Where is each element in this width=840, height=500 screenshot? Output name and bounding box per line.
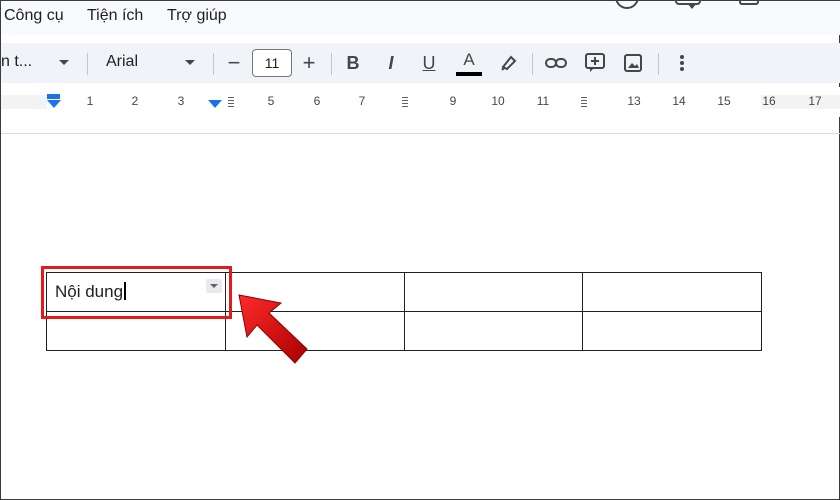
menu-bar: Công cụ Tiện ích Trợ giúp bbox=[1, 0, 840, 35]
menu-extensions[interactable]: Tiện ích bbox=[87, 7, 143, 25]
table-row bbox=[46, 311, 762, 351]
chevron-down-icon[interactable] bbox=[59, 60, 69, 65]
ruler-number: 3 bbox=[177, 94, 185, 108]
underline-button[interactable]: U bbox=[417, 51, 441, 75]
ruler-number: 16 bbox=[762, 94, 776, 108]
ruler-number: 1 bbox=[86, 94, 94, 108]
link-icon[interactable] bbox=[544, 55, 568, 71]
history-icon[interactable] bbox=[615, 0, 639, 9]
ruler-number: 13 bbox=[627, 94, 641, 108]
meet-icon[interactable] bbox=[739, 0, 759, 5]
document-table: Nội dung bbox=[46, 272, 762, 351]
ruler-number: 9 bbox=[449, 94, 457, 108]
ruler-number: 15 bbox=[717, 94, 731, 108]
right-indent-marker[interactable] bbox=[208, 100, 222, 108]
menu-tools[interactable]: Công cụ bbox=[4, 7, 64, 25]
cell-dropdown-icon[interactable] bbox=[205, 279, 222, 293]
text-color-swatch bbox=[456, 72, 482, 76]
table-cell[interactable]: Nội dung bbox=[46, 272, 226, 312]
page-top-edge bbox=[1, 133, 840, 134]
table-row: Nội dung bbox=[46, 272, 762, 312]
ruler-number: 11 bbox=[536, 94, 550, 108]
more-options-icon[interactable] bbox=[677, 53, 687, 73]
ruler-number: 6 bbox=[313, 94, 321, 108]
italic-button[interactable]: I bbox=[379, 51, 403, 75]
add-comment-icon[interactable] bbox=[584, 52, 606, 74]
table-cell[interactable] bbox=[582, 272, 762, 312]
font-size-input[interactable]: 11 bbox=[252, 49, 292, 77]
column-separator[interactable] bbox=[228, 97, 234, 109]
style-dropdown[interactable]: n t... bbox=[1, 53, 32, 71]
comment-icon[interactable] bbox=[675, 0, 701, 9]
ruler-number: 17 bbox=[808, 94, 822, 108]
column-separator[interactable] bbox=[581, 97, 587, 109]
ruler-number: 14 bbox=[672, 94, 686, 108]
table-cell[interactable] bbox=[403, 272, 584, 312]
toolbar: n t... Arial − 11 + B I U A bbox=[1, 43, 840, 83]
left-indent-marker[interactable] bbox=[47, 100, 61, 108]
chevron-down-icon[interactable] bbox=[185, 60, 195, 65]
ruler-number: 2 bbox=[131, 94, 139, 108]
insert-image-icon[interactable] bbox=[623, 53, 643, 73]
ruler-number: 10 bbox=[491, 94, 505, 108]
annotation-arrow-icon bbox=[238, 294, 308, 364]
table-cell[interactable] bbox=[582, 311, 762, 351]
ruler-number: 7 bbox=[358, 94, 366, 108]
highlight-pen-icon[interactable] bbox=[499, 53, 519, 73]
column-separator[interactable] bbox=[402, 97, 408, 109]
first-line-indent-marker[interactable] bbox=[47, 94, 60, 99]
bold-button[interactable]: B bbox=[341, 51, 365, 75]
menu-help[interactable]: Trợ giúp bbox=[167, 7, 227, 25]
increase-font-size-button[interactable]: + bbox=[297, 51, 321, 75]
table-cell[interactable] bbox=[46, 311, 226, 351]
table-cell[interactable] bbox=[403, 311, 584, 351]
decrease-font-size-button[interactable]: − bbox=[222, 51, 246, 75]
text-cursor bbox=[124, 282, 127, 300]
font-dropdown[interactable]: Arial bbox=[106, 53, 138, 71]
ruler[interactable]: 1 2 3 5 6 7 9 10 11 13 14 15 16 17 bbox=[1, 87, 840, 117]
ruler-number: 5 bbox=[267, 94, 275, 108]
text-color-button[interactable]: A bbox=[457, 48, 481, 72]
cell-text: Nội dung bbox=[55, 282, 124, 301]
